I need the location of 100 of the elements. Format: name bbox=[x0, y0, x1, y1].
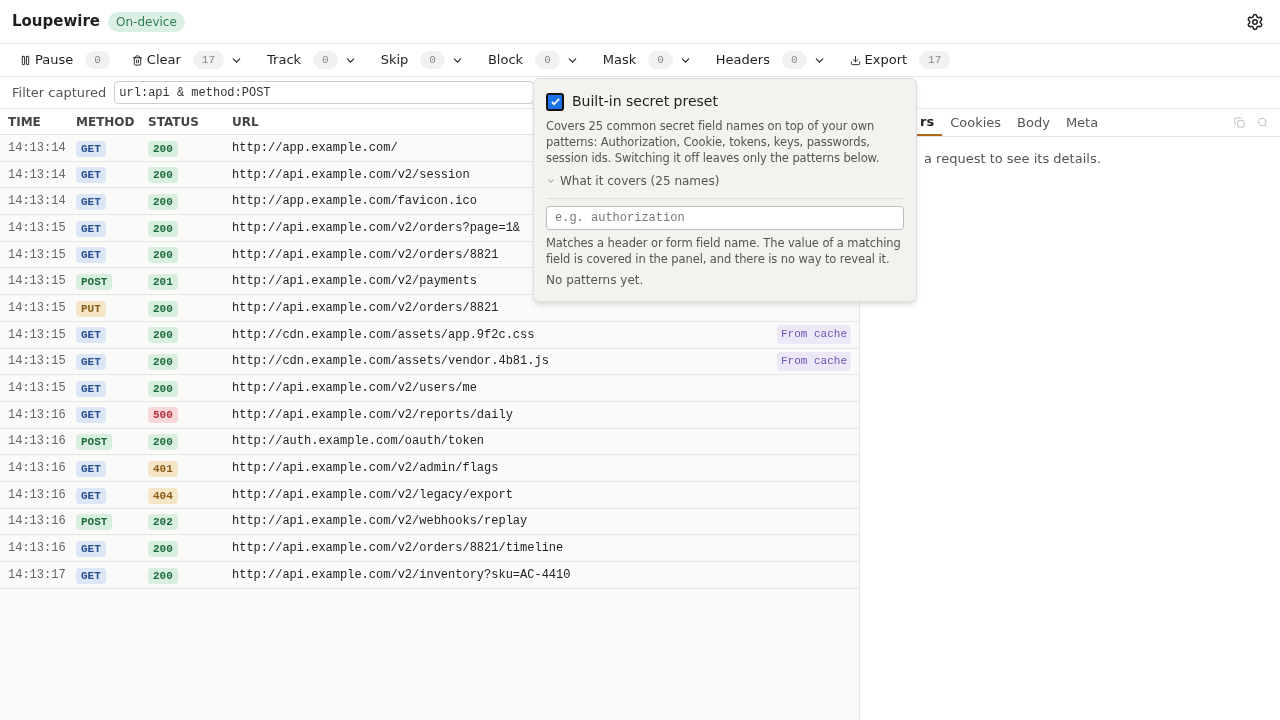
method-badge: GET bbox=[76, 380, 106, 397]
request-row[interactable]: 14:13:16 GET 401 http://api.example.com/v2/admin/flags bbox=[0, 455, 859, 482]
app-title: Loupewire bbox=[12, 11, 101, 33]
url-cell-text: http://cdn.example.com/assets/app.9f2c.css bbox=[232, 326, 535, 344]
status-badge: 404 bbox=[148, 487, 178, 504]
method-badge: GET bbox=[76, 140, 106, 157]
check-icon bbox=[549, 96, 561, 107]
time-cell-text: 14:13:16 bbox=[7, 486, 67, 504]
count-badge: 0 bbox=[648, 50, 673, 70]
toolbar-button[interactable]: Track bbox=[259, 48, 310, 72]
status-badge: 200 bbox=[148, 140, 178, 157]
count-badge: 17 bbox=[192, 50, 225, 70]
url-cell-text: http://auth.example.com/oauth/token bbox=[232, 433, 485, 451]
request-row[interactable]: 14:13:15 GET 200 http://cdn.example.com/assets/vendor.4b81.js From cache bbox=[0, 348, 859, 376]
method-badge: GET bbox=[76, 407, 106, 424]
request-row[interactable]: 14:13:15 GET 200 http://api.example.com/v2/users/me bbox=[0, 375, 859, 402]
time-cell-text: 14:13:15 bbox=[7, 299, 67, 317]
detail-tab[interactable]: Body bbox=[1009, 109, 1058, 136]
checkbox-label: Built-in secret preset bbox=[572, 92, 718, 111]
url-cell-text: http://api.example.com/v2/orders/8821 bbox=[232, 299, 499, 317]
url-cell-text: http://api.example.com/v2/reports/daily bbox=[232, 406, 513, 424]
url-cell-text: http://cdn.example.com/assets/vendor.4b81.js bbox=[232, 353, 549, 371]
url-cell-text: http://api.example.com/v2/users/me bbox=[232, 380, 477, 398]
disclosure-toggle[interactable]: What it covers (25 names) bbox=[546, 172, 720, 190]
request-row[interactable]: 14:13:16 GET 404 http://api.example.com/v2/legacy/export bbox=[0, 481, 859, 509]
detail-tab[interactable]: Cookies bbox=[942, 109, 1010, 136]
column-header: METHOD bbox=[76, 114, 135, 129]
count-badge: 0 bbox=[313, 50, 338, 70]
count-badge: 17 bbox=[919, 50, 951, 70]
method-badge: GET bbox=[76, 327, 106, 344]
status-badge: 500 bbox=[148, 407, 178, 424]
filter-field[interactable]: url:api & method:POST bbox=[114, 81, 535, 104]
empty-patterns: No patterns yet. bbox=[546, 272, 645, 289]
status-badge: 200 bbox=[148, 380, 178, 397]
url-cell-text: http://app.example.com/ bbox=[232, 139, 398, 157]
checkbox[interactable] bbox=[546, 92, 564, 111]
request-row[interactable]: 14:13:16 GET 500 http://api.example.com/v2/reports/daily bbox=[0, 401, 859, 429]
method-badge: GET bbox=[76, 567, 106, 584]
request-row[interactable]: 14:13:16 GET 200 http://api.example.com/v2/orders/8821/timeline bbox=[0, 535, 859, 562]
url-cell-text: http://api.example.com/v2/orders?page=1& bbox=[232, 219, 521, 237]
toolbar-button[interactable]: Block bbox=[479, 48, 532, 72]
time-cell-text: 14:13:16 bbox=[7, 513, 67, 531]
url-cell-text: http://api.example.com/v2/session bbox=[232, 166, 470, 184]
time-cell-text: 14:13:16 bbox=[7, 433, 67, 451]
request-row[interactable]: 14:13:15 GET 200 http://cdn.example.com/assets/app.9f2c.css From cache bbox=[0, 321, 859, 349]
request-row[interactable]: 14:13:16 POST 202 http://api.example.com/v2/webhooks/replay bbox=[0, 508, 859, 536]
settings-icon bbox=[1246, 12, 1264, 31]
url-cell-text: http://api.example.com/v2/webhooks/replay bbox=[232, 513, 528, 531]
pattern-field[interactable]: e.g. authorization bbox=[546, 206, 904, 230]
request-row[interactable]: 14:13:16 POST 200 http://auth.example.com/oauth/token bbox=[0, 428, 859, 456]
toolbar-button[interactable]: Clear bbox=[123, 48, 189, 72]
status-badge: 200 bbox=[148, 354, 178, 371]
chevron-icon bbox=[546, 176, 556, 186]
method-badge: POST bbox=[76, 514, 113, 531]
column-header: URL bbox=[232, 114, 259, 129]
method-badge: GET bbox=[76, 540, 106, 557]
url-cell-text: http://api.example.com/v2/orders/8821 bbox=[232, 246, 499, 264]
time-cell-text: 14:13:15 bbox=[7, 246, 67, 264]
toolbar-button[interactable]: Mask bbox=[594, 48, 645, 72]
count-badge: 0 bbox=[420, 50, 445, 70]
toolbar-button[interactable]: Headers bbox=[707, 48, 778, 72]
time-cell-text: 14:13:14 bbox=[7, 193, 67, 211]
time-cell-text: 14:13:15 bbox=[7, 219, 67, 237]
count-badge: 0 bbox=[85, 50, 110, 70]
count-badge: 0 bbox=[535, 50, 560, 70]
time-cell-text: 14:13:14 bbox=[7, 139, 67, 157]
url-cell-text: http://api.example.com/v2/inventory?sku=AC-4410 bbox=[232, 566, 571, 584]
time-cell-text: 14:13:16 bbox=[7, 460, 67, 478]
status-badge: On-device bbox=[108, 11, 185, 32]
cache-tag: From cache bbox=[777, 352, 851, 371]
method-badge: GET bbox=[76, 167, 106, 184]
method-badge: GET bbox=[76, 487, 106, 504]
method-badge: GET bbox=[76, 247, 106, 264]
url-cell-text: http://app.example.com/favicon.ico bbox=[232, 193, 477, 211]
detail-tab[interactable]: Meta bbox=[1057, 109, 1107, 136]
status-badge: 200 bbox=[148, 247, 178, 264]
time-cell-text: 14:13:15 bbox=[7, 380, 67, 398]
status-badge: 200 bbox=[148, 540, 178, 557]
method-badge: PUT bbox=[76, 300, 106, 317]
time-cell-text: 14:13:17 bbox=[7, 566, 67, 584]
status-badge: 201 bbox=[148, 274, 178, 291]
method-badge: GET bbox=[76, 220, 106, 237]
status-badge: 200 bbox=[148, 167, 178, 184]
url-cell-text: http://api.example.com/v2/legacy/export bbox=[232, 486, 513, 504]
time-cell-text: 14:13:15 bbox=[7, 353, 67, 371]
column-header: TIME bbox=[8, 114, 41, 129]
status-badge: 200 bbox=[148, 220, 178, 237]
toolbar-button[interactable]: Pause bbox=[12, 48, 82, 72]
status-badge: 200 bbox=[148, 300, 178, 317]
status-badge: 202 bbox=[148, 514, 178, 531]
toolbar-button[interactable]: Export bbox=[841, 48, 916, 72]
request-row[interactable]: 14:13:17 GET 200 http://api.example.com/v2/inventory?sku=AC-4410 bbox=[0, 562, 859, 589]
time-cell-text: 14:13:14 bbox=[7, 166, 67, 184]
time-cell-text: 14:13:15 bbox=[7, 273, 67, 291]
method-badge: POST bbox=[76, 434, 113, 451]
cache-tag: From cache bbox=[777, 325, 851, 344]
url-cell-text: http://api.example.com/v2/admin/flags bbox=[232, 460, 499, 478]
method-badge: POST bbox=[76, 274, 113, 291]
status-badge: 401 bbox=[148, 460, 178, 477]
toolbar-button[interactable]: Skip bbox=[372, 48, 417, 72]
